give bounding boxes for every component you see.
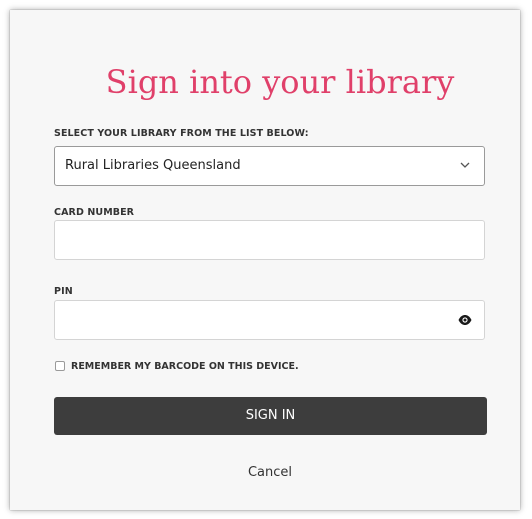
library-select-value: Rural Libraries Queensland (65, 158, 241, 173)
dialog-title: Sign into your library (105, 63, 455, 101)
library-select-label: SELECT YOUR LIBRARY FROM THE LIST BELOW: (54, 128, 309, 139)
card-number-label: CARD NUMBER (54, 207, 135, 218)
cancel-link[interactable]: Cancel (248, 465, 292, 480)
remember-barcode-checkbox[interactable] (55, 361, 65, 371)
sign-in-dialog: Sign into your library SELECT YOUR LIBRA… (10, 10, 520, 510)
card-number-input[interactable] (56, 222, 456, 258)
remember-barcode-label[interactable]: REMEMBER MY BARCODE ON THIS DEVICE. (71, 361, 299, 372)
pin-field[interactable] (54, 300, 485, 340)
sign-in-button[interactable]: SIGN IN (54, 397, 487, 435)
eye-icon[interactable] (458, 314, 472, 326)
chevron-down-icon (460, 162, 470, 168)
cancel-row: Cancel (10, 465, 530, 480)
pin-input[interactable] (56, 302, 456, 338)
card-number-field[interactable] (54, 220, 485, 260)
library-select[interactable]: Rural Libraries Queensland (54, 146, 485, 186)
pin-label: PIN (54, 286, 73, 297)
